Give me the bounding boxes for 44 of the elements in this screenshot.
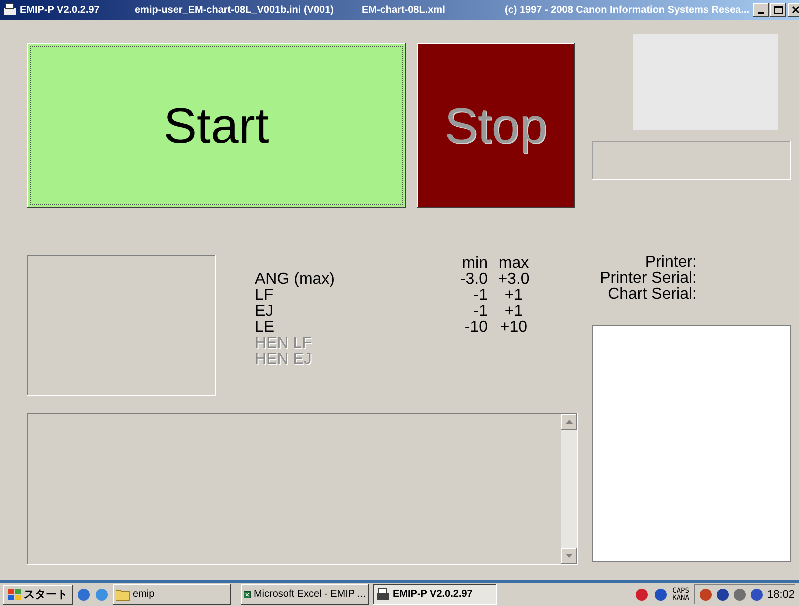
parameter-label: HEN EJ xyxy=(255,352,313,368)
maximize-button[interactable] xyxy=(770,3,786,17)
info-label: Printer: xyxy=(645,255,697,271)
max-value: +3.0 xyxy=(497,272,531,288)
min-value: -1 xyxy=(472,288,488,304)
min-value: -3.0 xyxy=(459,272,488,288)
start-menu-button[interactable]: スタート xyxy=(3,584,73,604)
minimize-button[interactable] xyxy=(753,3,769,17)
parameter-label: LF xyxy=(255,288,275,304)
taskbar-button[interactable]: emip xyxy=(113,584,231,605)
max-value: +1 xyxy=(504,288,524,304)
clock: 18:02 xyxy=(767,588,795,600)
max-value: +10 xyxy=(499,320,529,336)
taskbar-button[interactable]: Microsoft Excel - EMIP ... xyxy=(241,584,369,605)
chart-file-name: EM-chart-08L.xml xyxy=(362,4,446,16)
scroll-up-button[interactable] xyxy=(561,414,577,430)
column-header: min xyxy=(461,256,488,272)
down-arrow-icon xyxy=(566,554,572,558)
windows-flag-icon xyxy=(8,588,21,600)
parameter-label: LE xyxy=(255,320,276,336)
min-value: -1 xyxy=(472,304,488,320)
printer-icon xyxy=(376,588,390,602)
column-header: max xyxy=(498,256,530,272)
close-icon xyxy=(792,6,799,14)
info-label: Chart Serial: xyxy=(608,287,697,303)
info-label: Printer Serial: xyxy=(600,271,697,287)
scrollbar[interactable] xyxy=(561,414,577,564)
parameter-label: HEN LF xyxy=(255,336,313,352)
parameter-label: EJ xyxy=(255,304,275,320)
window-title: EMIP-P V2.0.2.97 xyxy=(20,4,101,16)
printer-icon xyxy=(3,3,17,17)
taskbar-button[interactable]: EMIP-P V2.0.2.97 xyxy=(373,584,497,605)
scroll-down-button[interactable] xyxy=(561,548,577,564)
start-button[interactable]: Start xyxy=(27,43,406,208)
ini-file-name: emip-user_EM-chart-08L_V001b.ini (V001) xyxy=(135,4,335,16)
input-field[interactable] xyxy=(592,141,791,180)
copyright-text: (c) 1997 - 2008 Canon Information Systems Resea... xyxy=(505,4,751,16)
folder-icon xyxy=(116,588,130,600)
stop-button[interactable]: Stop xyxy=(417,43,575,208)
up-arrow-icon xyxy=(566,420,572,424)
min-value: -10 xyxy=(464,320,488,336)
parameter-label: ANG (max) xyxy=(255,272,336,288)
maximize-icon xyxy=(774,6,782,14)
max-value: +1 xyxy=(504,304,524,320)
